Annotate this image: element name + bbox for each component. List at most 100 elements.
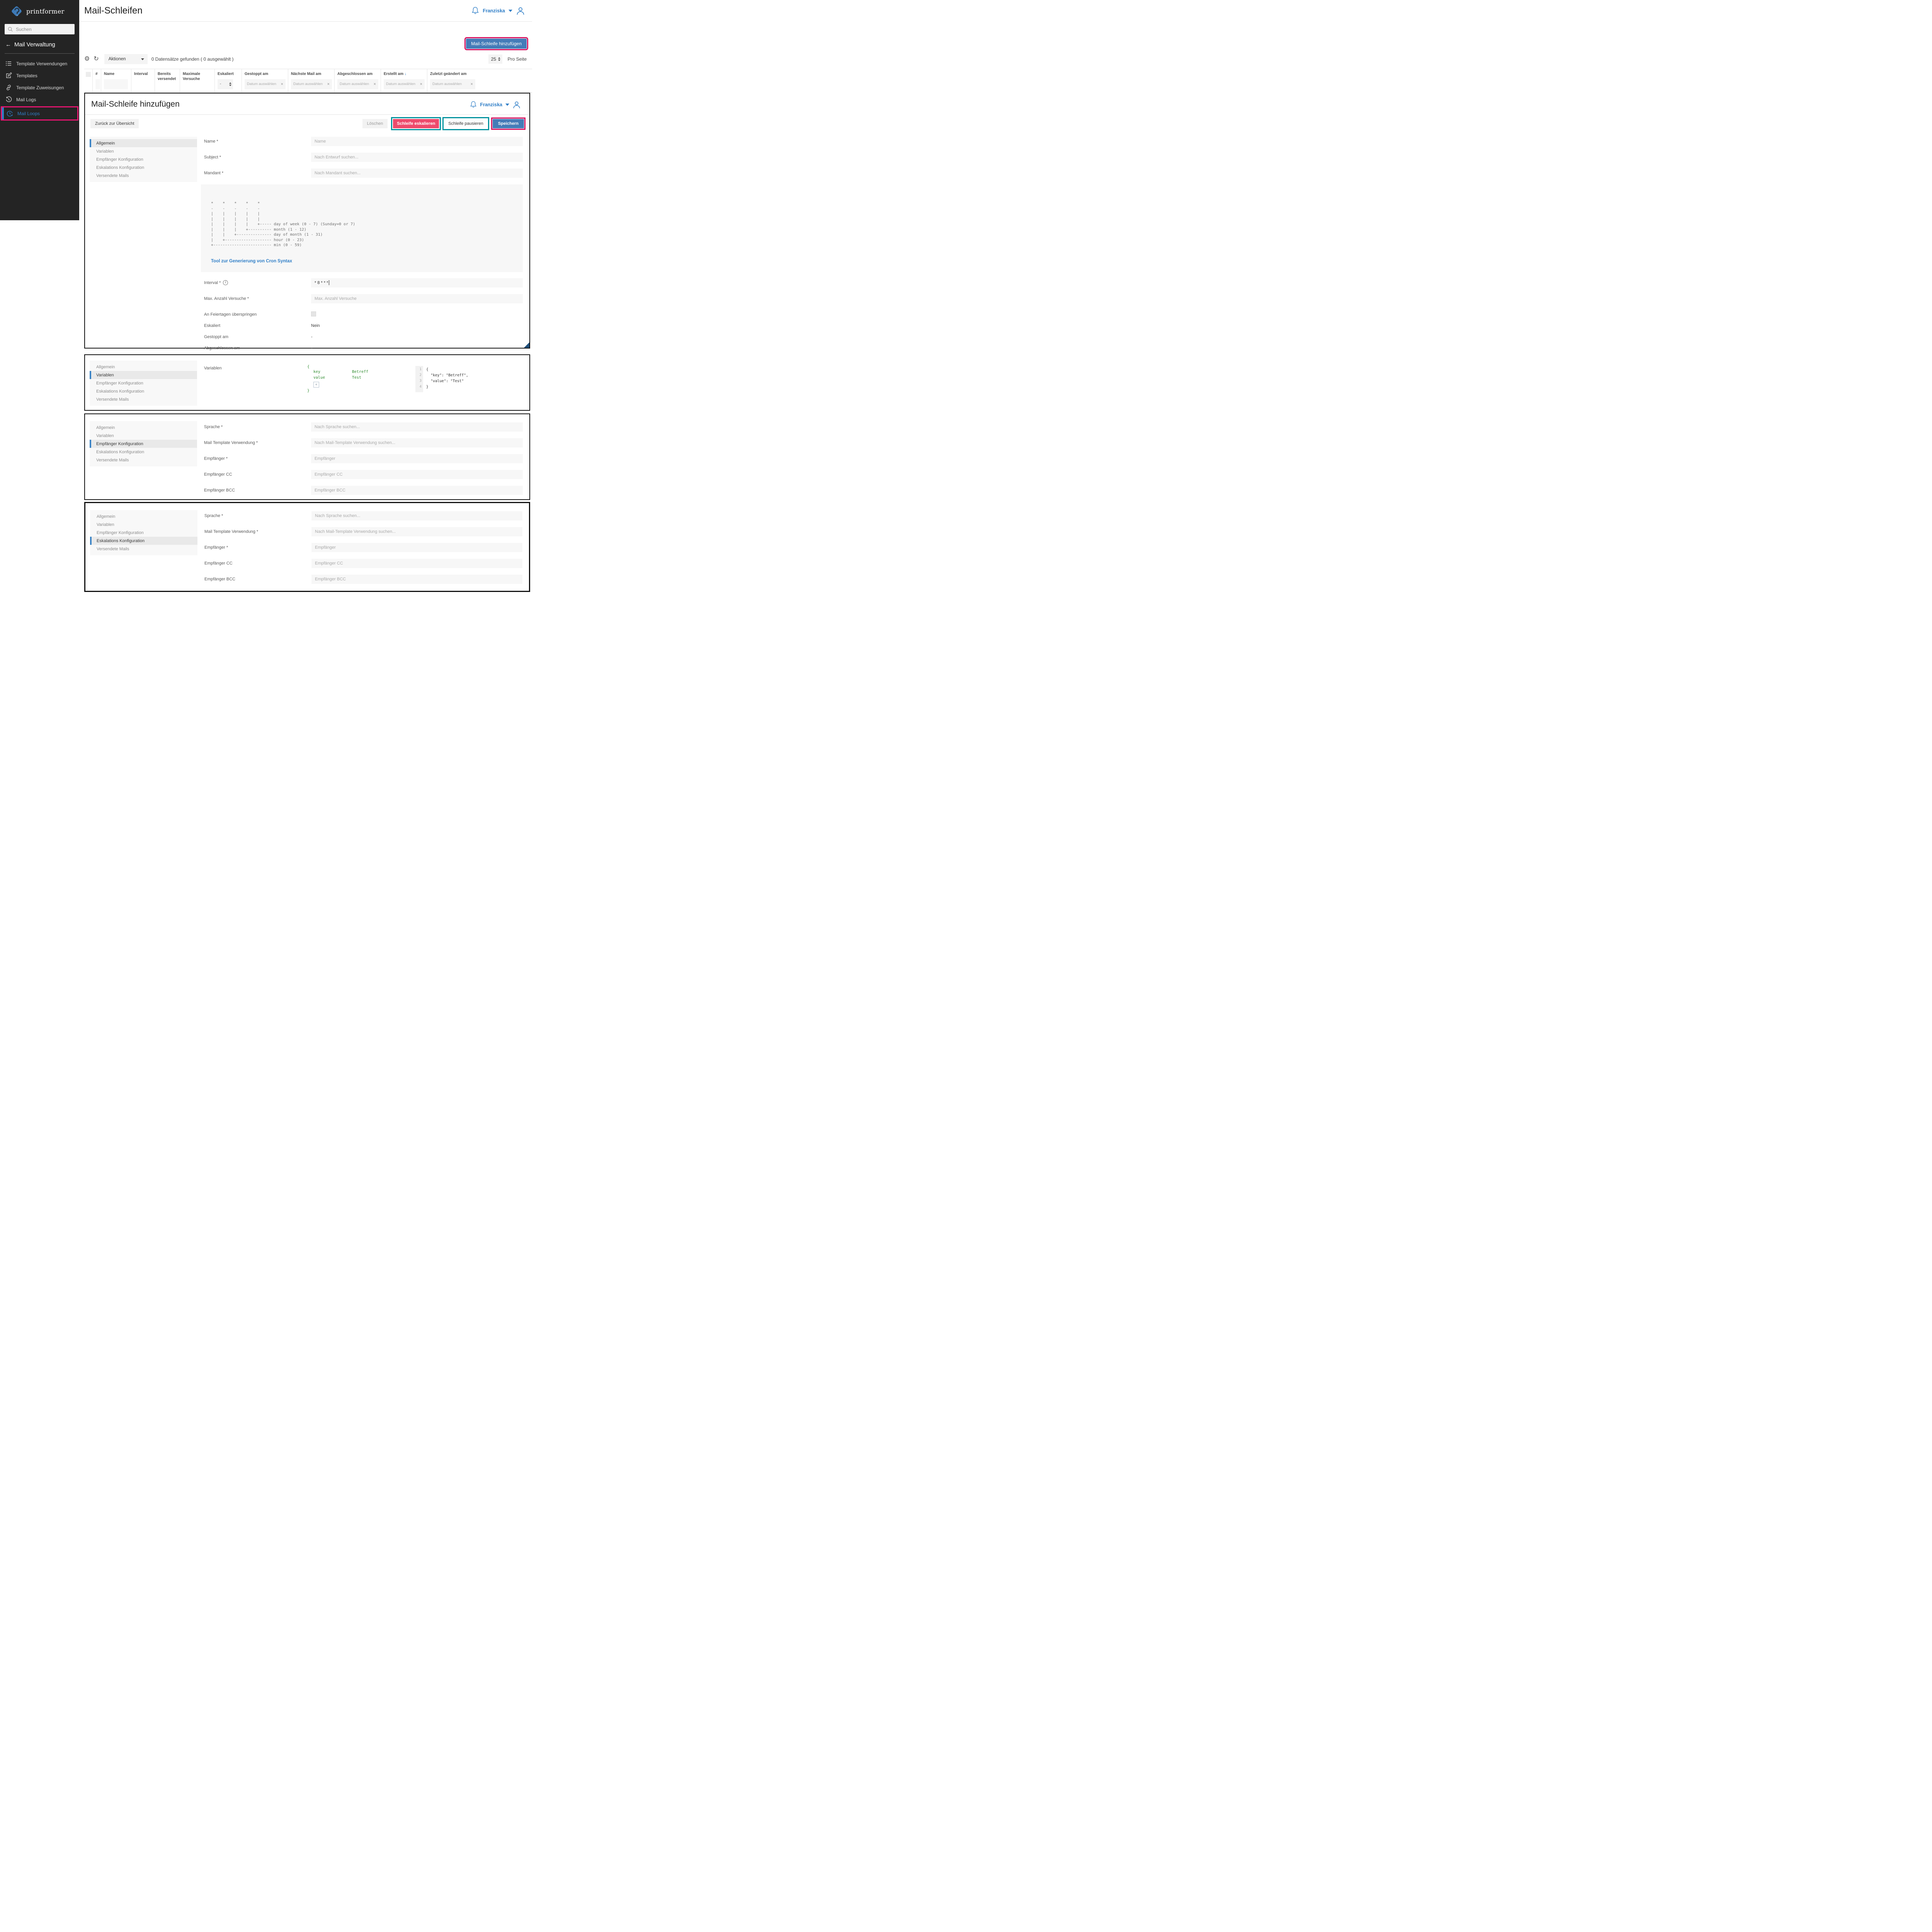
nav-item-empfaenger-konfiguration[interactable]: Empfänger Konfiguration (90, 155, 197, 163)
delete-button[interactable]: Löschen (362, 119, 388, 128)
user-menu-caret-icon[interactable] (509, 10, 512, 12)
column-interval[interactable]: Interval (131, 69, 155, 92)
nav-item-allgemein[interactable]: Allgemein (90, 139, 197, 147)
mandant-search-input[interactable]: Nach Mandant suchen... (311, 168, 523, 178)
var-key-name[interactable]: key (313, 369, 352, 375)
nav-item-versendete-mails[interactable]: Versendete Mails (90, 545, 197, 553)
number-filter-input[interactable] (95, 79, 100, 89)
mail-template-verwendung-input[interactable]: Nach Mail-Template Verwendung suchen... (311, 527, 522, 536)
column-abgeschlossen-am[interactable]: Abgeschlossen am Datum auswählen × (335, 69, 381, 92)
actions-dropdown[interactable]: Aktionen (104, 54, 148, 64)
nav-item-versendete-mails[interactable]: Versendete Mails (90, 172, 197, 180)
add-variable-button[interactable]: + (313, 382, 319, 388)
empfaenger-cc-label: Empfänger CC (204, 561, 233, 566)
nav-item-versendete-mails[interactable]: Versendete Mails (90, 456, 197, 464)
column-zuletzt-geaendert-am[interactable]: Zuletzt geändert am Datum auswählen × (427, 69, 478, 92)
nav-item-empfaenger-konfiguration[interactable]: Empfänger Konfiguration (90, 440, 197, 448)
user-menu-caret-icon[interactable] (505, 104, 509, 106)
subject-search-input[interactable]: Nach Entwurf suchen... (311, 153, 523, 162)
nav-item-eskalations-konfiguration[interactable]: Eskalations Konfiguration (90, 387, 197, 395)
nav-item-allgemein[interactable]: Allgemein (90, 363, 197, 371)
printformer-logo[interactable]: printformer (0, 0, 79, 22)
pause-loop-button[interactable]: Schleife pausieren (442, 117, 489, 130)
nav-item-eskalations-konfiguration[interactable]: Eskalations Konfiguration (90, 163, 197, 172)
refresh-icon[interactable]: ↻ (94, 56, 99, 62)
user-name[interactable]: Franziska (480, 102, 502, 107)
sidebar-search-input[interactable]: Suchen (5, 24, 75, 34)
user-avatar-icon[interactable] (512, 100, 521, 109)
empfaenger-input[interactable]: Empfänger (311, 543, 522, 552)
column-bereits-versendet[interactable]: Bereits versendet (155, 69, 180, 92)
sidebar-item-mail-logs[interactable]: Mail Logs (0, 94, 79, 105)
form-nav: Allgemein Variablen Empfänger Konfigurat… (90, 421, 197, 466)
save-button[interactable]: Speichern (491, 117, 526, 130)
var-value-name[interactable]: value (313, 375, 352, 381)
back-to-overview-button[interactable]: Zurück zur Übersicht (90, 119, 139, 128)
clear-filter-icon[interactable]: × (471, 82, 473, 87)
column-maximale-versuche[interactable]: Maximale Versuche (180, 69, 215, 92)
clear-filter-icon[interactable]: × (374, 82, 376, 87)
naechste-mail-am-date-filter[interactable]: Datum auswählen × (291, 79, 332, 89)
info-icon[interactable]: i (223, 280, 228, 285)
clear-filter-icon[interactable]: × (281, 82, 283, 87)
column-eskaliert[interactable]: Eskaliert - (215, 69, 242, 92)
clear-filter-icon[interactable]: × (327, 82, 330, 87)
user-name[interactable]: Franziska (483, 8, 505, 14)
zuletzt-geaendert-date-filter[interactable]: Datum auswählen × (430, 79, 475, 89)
nav-item-eskalations-konfiguration[interactable]: Eskalations Konfiguration (90, 448, 197, 456)
nav-item-variablen[interactable]: Variablen (90, 147, 197, 155)
page-title: Mail-Schleifen (84, 5, 143, 16)
notifications-bell-icon[interactable] (470, 101, 477, 109)
escalate-loop-button[interactable]: Schleife eskalieren (391, 117, 441, 130)
mail-template-verwendung-input[interactable]: Nach Mail-Template Verwendung suchen... (311, 438, 523, 447)
column-gestoppt-am[interactable]: Gestoppt am Datum auswählen × (242, 69, 288, 92)
feiertage-checkbox[interactable] (311, 311, 316, 316)
per-page-select[interactable]: 25 (488, 54, 502, 64)
var-key-value[interactable]: Betreff (352, 369, 368, 375)
nav-item-empfaenger-konfiguration[interactable]: Empfänger Konfiguration (90, 529, 197, 537)
sidebar-item-template-verwendungen[interactable]: Template Verwendungen (0, 58, 79, 70)
nav-item-versendete-mails[interactable]: Versendete Mails (90, 395, 197, 403)
nav-item-variablen[interactable]: Variablen (90, 371, 197, 379)
sidebar-item-templates[interactable]: Templates (0, 70, 79, 82)
nav-item-allgemein[interactable]: Allgemein (90, 512, 197, 520)
nav-item-allgemein[interactable]: Allgemein (90, 423, 197, 432)
abgeschlossen-am-date-filter[interactable]: Datum auswählen × (337, 79, 378, 89)
empfaenger-cc-input[interactable]: Empfänger CC (311, 559, 522, 568)
sprache-search-input[interactable]: Nach Sprache suchen... (311, 422, 523, 432)
variables-key-value-editor[interactable]: { key Betreff value Test + } (307, 355, 415, 406)
name-input[interactable]: Name (311, 137, 523, 146)
clear-filter-icon[interactable]: × (420, 82, 422, 87)
interval-input[interactable]: * 8 * * * (311, 278, 523, 287)
column-number[interactable]: # (93, 69, 101, 92)
erstellt-am-date-filter[interactable]: Datum auswählen × (384, 79, 425, 89)
nav-item-empfaenger-konfiguration[interactable]: Empfänger Konfiguration (90, 379, 197, 387)
column-erstellt-am[interactable]: Erstellt am ↓ Datum auswählen × (381, 69, 427, 92)
nav-item-variablen[interactable]: Variablen (90, 432, 197, 440)
user-avatar-icon[interactable] (516, 6, 525, 15)
empfaenger-bcc-input[interactable]: Empfänger BCC (311, 486, 523, 495)
sidebar-item-mail-loops[interactable]: Mail Loops (2, 107, 77, 119)
var-value-value[interactable]: Test (352, 375, 361, 381)
max-versuche-input[interactable]: Max. Anzahl Versuche (311, 294, 523, 303)
notifications-bell-icon[interactable] (471, 7, 479, 15)
name-filter-input[interactable] (104, 79, 128, 89)
column-naechste-mail-am[interactable]: Nächste Mail am Datum auswählen × (288, 69, 335, 92)
settings-gear-icon[interactable]: ⚙ (84, 56, 90, 62)
sidebar-item-template-zuweisungen[interactable]: Template Zuweisungen (0, 82, 79, 94)
resize-handle[interactable] (524, 342, 529, 348)
cron-generator-link[interactable]: Tool zur Generierung von Cron Syntax (211, 259, 292, 264)
empfaenger-bcc-input[interactable]: Empfänger BCC (311, 575, 522, 584)
add-mail-schleife-button[interactable]: Mail-Schleife hinzufügen (464, 37, 528, 50)
empfaenger-cc-input[interactable]: Empfänger CC (311, 470, 523, 479)
nav-item-variablen[interactable]: Variablen (90, 520, 197, 529)
sidebar-back-mail-verwaltung[interactable]: ← Mail Verwaltung (5, 41, 79, 48)
empfaenger-input[interactable]: Empfänger (311, 454, 523, 463)
column-name[interactable]: Name (101, 69, 131, 92)
eskaliert-filter-select[interactable]: - (218, 79, 233, 89)
sort-desc-icon[interactable]: ↓ (405, 72, 406, 76)
sprache-search-input[interactable]: Nach Sprache suchen... (311, 511, 522, 520)
select-all-checkbox[interactable] (86, 72, 91, 77)
gestoppt-am-date-filter[interactable]: Datum auswählen × (245, 79, 286, 89)
nav-item-eskalations-konfiguration[interactable]: Eskalations Konfiguration (90, 537, 197, 545)
